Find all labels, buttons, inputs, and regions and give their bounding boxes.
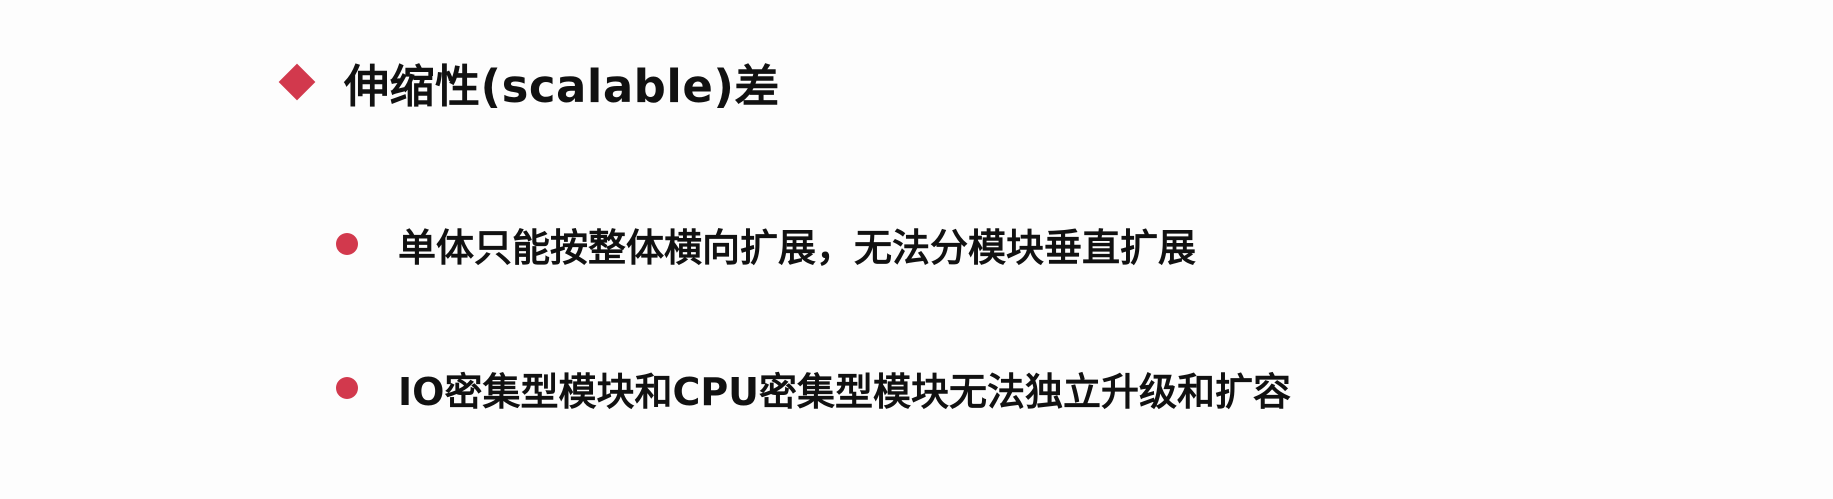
heading-title: 伸缩性(scalable)差 [344, 59, 780, 113]
circle-bullet-icon [336, 233, 358, 255]
diamond-bullet-icon [278, 63, 316, 101]
section-heading: 伸缩性(scalable)差 [278, 50, 780, 114]
circle-bullet-icon [336, 377, 358, 399]
slide: 伸缩性(scalable)差 单体只能按整体横向扩展，无法分模块垂直扩展 IO密… [0, 0, 1833, 499]
list-item: IO密集型模块和CPU密集型模块无法独立升级和扩容 [336, 358, 1291, 418]
list-item-text: IO密集型模块和CPU密集型模块无法独立升级和扩容 [398, 369, 1292, 414]
list-item: 单体只能按整体横向扩展，无法分模块垂直扩展 [336, 214, 1196, 274]
list-item-text: 单体只能按整体横向扩展，无法分模块垂直扩展 [398, 225, 1197, 270]
